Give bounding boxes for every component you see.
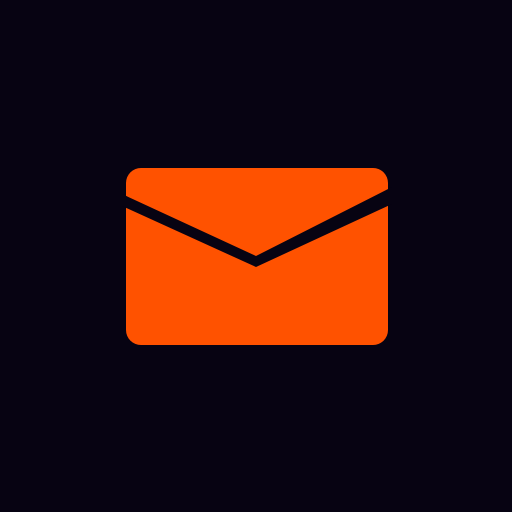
icon-canvas: [0, 0, 512, 512]
mail-icon: [122, 168, 392, 345]
